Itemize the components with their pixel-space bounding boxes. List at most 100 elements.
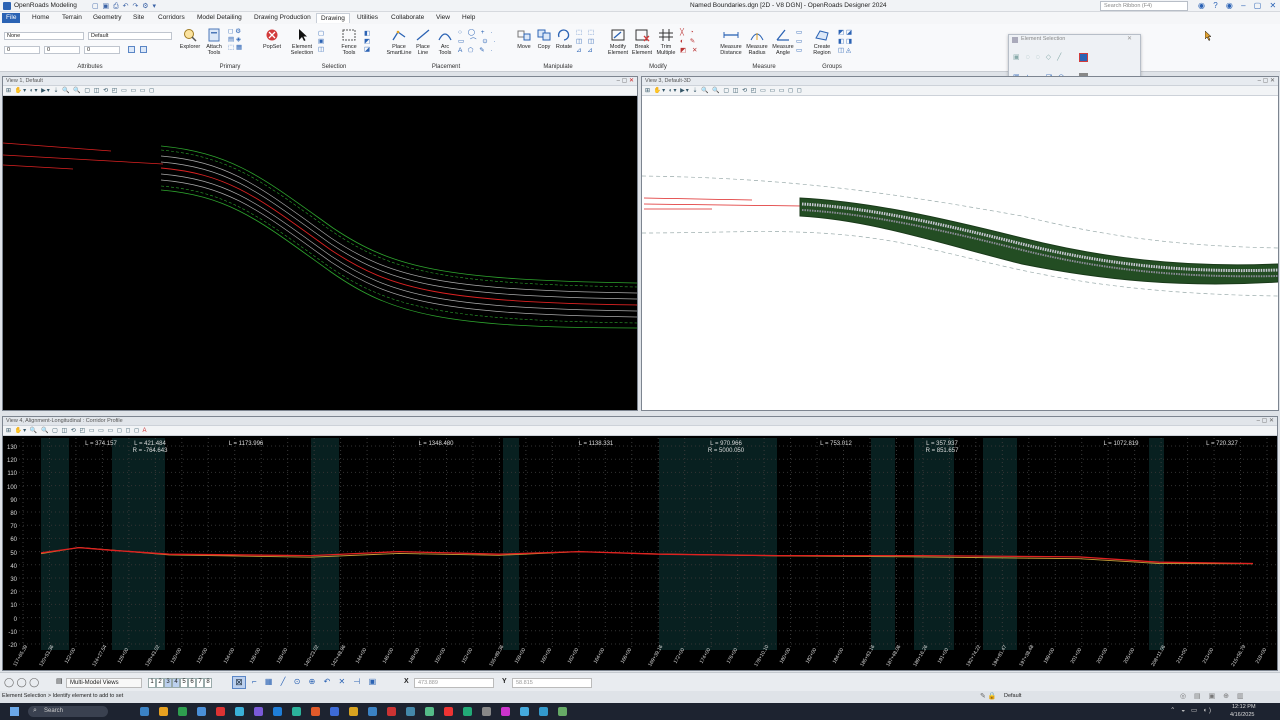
taskbar-app-icon[interactable]	[463, 707, 472, 716]
taskbar-app-icon[interactable]	[444, 707, 453, 716]
lock-icon[interactable]: ✎ 🔒	[980, 692, 997, 700]
groups-small-tools[interactable]: ◩ ◪ ◧ ◨ ◫ ◬	[838, 28, 858, 55]
color-select[interactable]: 0	[44, 46, 80, 54]
view-groups-select[interactable]: Multi-Model Views	[66, 678, 142, 688]
quick-access-toolbar[interactable]: ▢ ▣ ⎙ ↶ ↷ ⚙ ▾	[92, 2, 157, 11]
menu-model-detailing[interactable]: Model Detailing	[193, 13, 246, 23]
fence-tools-button[interactable]: Fence Tools	[336, 28, 362, 56]
menu-terrain[interactable]: Terrain	[58, 13, 86, 23]
view-3-toolbar[interactable]: ⊞ ✋▾ ◐▾ ▶▾ ⇣ 🔍 🔍 ▢ ◫ ⟲ ◰ ▭ ▭ ▭ ◻ ◻	[642, 86, 1278, 96]
taskbar-app-icon[interactable]	[273, 707, 282, 716]
priority-icon[interactable]	[128, 46, 135, 53]
menu-utilities[interactable]: Utilities	[353, 13, 382, 23]
taskbar-app-icon[interactable]	[330, 707, 339, 716]
existing-ground-line[interactable]	[40, 547, 1254, 565]
ribbon-search-input[interactable]: Search Ribbon (F4)	[1100, 1, 1188, 11]
taskbar-app-icons[interactable]	[140, 703, 600, 720]
style-select[interactable]: Default	[88, 32, 172, 40]
status-tray-icons[interactable]: ◎ ▤ ▣ ⊕ ▥	[1180, 692, 1247, 700]
profile-canvas[interactable]	[19, 438, 1277, 670]
view-number-button[interactable]: 1	[148, 678, 156, 688]
arc-tools-button[interactable]: Arc Tools	[434, 28, 456, 56]
taskbar-app-icon[interactable]	[349, 707, 358, 716]
selection-extra-tools[interactable]: ◧ ◩ ◪	[364, 30, 378, 54]
menu-collaborate[interactable]: Collaborate	[387, 13, 428, 23]
measure-small-tools[interactable]: ▭ ▭ ▭	[796, 28, 806, 55]
menu-file[interactable]: File	[2, 13, 21, 23]
view-1-toolbar[interactable]: ⊞ ✋▾ ◐▾ ▶▾ ⇣ 🔍 🔍 ▢ ◫ ⟲ ◰ ▭ ▭ ▭ ◻	[3, 86, 637, 96]
model-view-canvas[interactable]	[642, 98, 1278, 411]
taskbar-app-icon[interactable]	[520, 707, 529, 716]
taskbar-app-icon[interactable]	[368, 707, 377, 716]
taskbar-app-icon[interactable]	[406, 707, 415, 716]
x-coordinate-field[interactable]: 473.889	[414, 678, 494, 688]
y-coordinate-field[interactable]: 58.815	[512, 678, 592, 688]
taskbar-app-icon[interactable]	[216, 707, 225, 716]
menu-help[interactable]: Help	[458, 13, 479, 23]
element-selection-button[interactable]: Element Selection	[288, 28, 316, 56]
popset-button[interactable]: PopSet	[260, 28, 284, 50]
measure-distance-button[interactable]: Measure Distance	[718, 28, 744, 56]
measure-angle-button[interactable]: Measure Angle	[770, 28, 796, 56]
place-line-button[interactable]: Place Line	[412, 28, 434, 56]
taskbar-app-icon[interactable]	[235, 707, 244, 716]
view-number-button[interactable]: 8	[204, 678, 212, 688]
measure-radius-button[interactable]: Measure Radius	[744, 28, 770, 56]
taskbar-app-icon[interactable]	[292, 707, 301, 716]
view-number-button[interactable]: 7	[196, 678, 204, 688]
taskbar-app-icon[interactable]	[311, 707, 320, 716]
view-number-button[interactable]: 3	[164, 678, 172, 688]
menu-corridors[interactable]: Corridors	[154, 13, 189, 23]
copy-button[interactable]: Copy	[534, 28, 554, 50]
menu-site[interactable]: Site	[129, 13, 148, 23]
selection-small-tools[interactable]: ▢ ▣ ◫	[318, 30, 332, 54]
place-smartline-button[interactable]: Place SmartLine	[386, 28, 412, 56]
view-4-toolbar[interactable]: ⊞ ✋▾ 🔍 🔍 ▢ ◫ ⟲ ◰ ▭ ▭ ▭ ◻ ◻ ◻ A	[3, 426, 1277, 436]
windows-start-icon[interactable]	[10, 707, 19, 716]
plan-view-canvas[interactable]	[3, 98, 637, 411]
clock-date[interactable]: 4/16/2025	[1230, 712, 1254, 718]
taskbar-app-icon[interactable]	[558, 707, 567, 716]
taskbar-app-icon[interactable]	[501, 707, 510, 716]
placement-small-tools[interactable]: ○ ◯ + · ▭ ⌒ ⊙ · A ⬠ ✎ ·	[458, 28, 498, 55]
taskbar-app-icon[interactable]	[254, 707, 263, 716]
view-number-button[interactable]: 5	[180, 678, 188, 688]
display-icon[interactable]	[140, 46, 147, 53]
view-3-window-controls[interactable]: – ▢ ✕	[1258, 77, 1275, 84]
taskbar-app-icon[interactable]	[197, 707, 206, 716]
taskbar-app-icon[interactable]	[178, 707, 187, 716]
active-level[interactable]: Default	[1004, 693, 1021, 699]
menu-drawing-production[interactable]: Drawing Production	[250, 13, 315, 23]
view-4-window-controls[interactable]: – ▢ ✕	[1257, 417, 1274, 424]
trim-multiple-button[interactable]: Trim Multiple	[654, 28, 678, 56]
menu-geometry[interactable]: Geometry	[89, 13, 126, 23]
nav-circles-icon[interactable]: ◯ ◯ ◯	[4, 677, 39, 688]
weight-select[interactable]: 0	[4, 46, 40, 54]
attach-tools-button[interactable]: Attach Tools	[202, 28, 226, 56]
level-select[interactable]: None	[4, 32, 84, 40]
explorer-button[interactable]: Explorer	[178, 28, 202, 50]
taskbar-app-icon[interactable]	[387, 707, 396, 716]
taskbar-app-icon[interactable]	[539, 707, 548, 716]
primary-small-tools[interactable]: ◻ ⚙ ▤ ◈ ⬚ ▦	[228, 28, 258, 58]
close-icon[interactable]: ✕	[1127, 35, 1132, 42]
view-groups-icon[interactable]: ▤	[56, 677, 63, 685]
view-3-3d[interactable]: View 3, Default-3D – ▢ ✕ ⊞ ✋▾ ◐▾ ▶▾ ⇣ 🔍 …	[641, 76, 1279, 411]
taskbar-app-icon[interactable]	[140, 707, 149, 716]
manipulate-small-tools[interactable]: ⬚ ⬚ ◫ ◫ ⊿ ⊿	[576, 28, 604, 55]
system-tray-icons[interactable]: ⌃ ◒ ▭ ◖)	[1170, 706, 1213, 714]
taskbar-app-icon[interactable]	[159, 707, 168, 716]
view-number-button[interactable]: 6	[188, 678, 196, 688]
move-button[interactable]: Move	[514, 28, 534, 50]
break-element-button[interactable]: Break Element	[630, 28, 654, 56]
clock-time[interactable]: 12:12 PM	[1232, 704, 1256, 710]
view-number-button[interactable]: 4	[172, 678, 180, 688]
clear-selection-icon[interactable]	[1079, 53, 1088, 62]
menu-drawing[interactable]: Drawing	[316, 13, 350, 23]
taskbar-search[interactable]: Search	[28, 706, 108, 717]
view-number-button[interactable]: 2	[156, 678, 164, 688]
snap-mode-icons[interactable]: ⌐ ▦ ╱ ⊙ ⊕ ↶ ✕ ⊣ ▣	[252, 677, 379, 686]
taskbar-app-icon[interactable]	[482, 707, 491, 716]
modify-small-tools[interactable]: ╳ ◔ ◐ ✎ ◩ ✕	[680, 28, 708, 55]
workflow-name[interactable]: OpenRoads Modeling	[14, 2, 77, 9]
